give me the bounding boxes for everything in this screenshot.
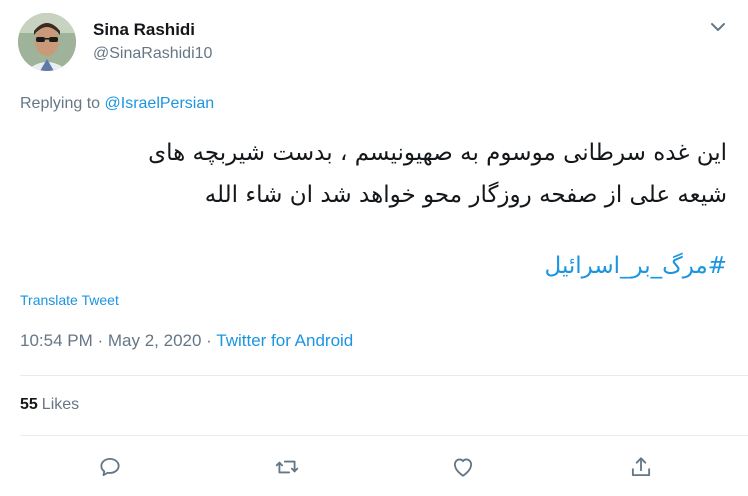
- share-icon[interactable]: [628, 454, 654, 480]
- user-handle[interactable]: @SinaRashidi10: [93, 45, 212, 63]
- likes-count: 55: [20, 396, 38, 413]
- meta-separator: ·: [201, 331, 217, 350]
- tweet-text: این غده سرطانی موسوم به صهیونیسم ، بدست …: [17, 132, 727, 216]
- avatar[interactable]: [18, 13, 76, 71]
- likes-label: Likes: [41, 396, 80, 413]
- replying-prefix: Replying to: [20, 95, 101, 112]
- divider: [20, 375, 748, 376]
- divider: [20, 435, 748, 436]
- heart-icon[interactable]: [450, 454, 476, 480]
- hashtag-link[interactable]: #مرگ_بر_اسرائیل: [545, 253, 727, 279]
- likes-stat[interactable]: 55 Likes: [20, 396, 79, 414]
- chevron-down-icon[interactable]: [708, 17, 728, 37]
- timestamp[interactable]: 10:54 PM · May 2, 2020: [20, 331, 201, 350]
- hashtag-line: #مرگ_بر_اسرائیل: [17, 246, 727, 286]
- translate-button[interactable]: Translate Tweet: [20, 292, 119, 308]
- source-link[interactable]: Twitter for Android: [216, 331, 353, 350]
- tweet-text-line: این غده سرطانی موسوم به صهیونیسم ، بدست …: [148, 140, 727, 166]
- retweet-icon[interactable]: [274, 454, 300, 480]
- tweet-meta: 10:54 PM · May 2, 2020 · Twitter for And…: [20, 331, 353, 351]
- tweet-text-line: شیعه علی از صفحه روزگار محو خواهد شد ان …: [204, 182, 727, 208]
- display-name[interactable]: Sina Rashidi: [93, 20, 195, 40]
- reply-icon[interactable]: [97, 454, 123, 480]
- replying-to: Replying to @IsraelPersian: [20, 95, 214, 113]
- replying-to-link[interactable]: @IsraelPersian: [105, 95, 215, 112]
